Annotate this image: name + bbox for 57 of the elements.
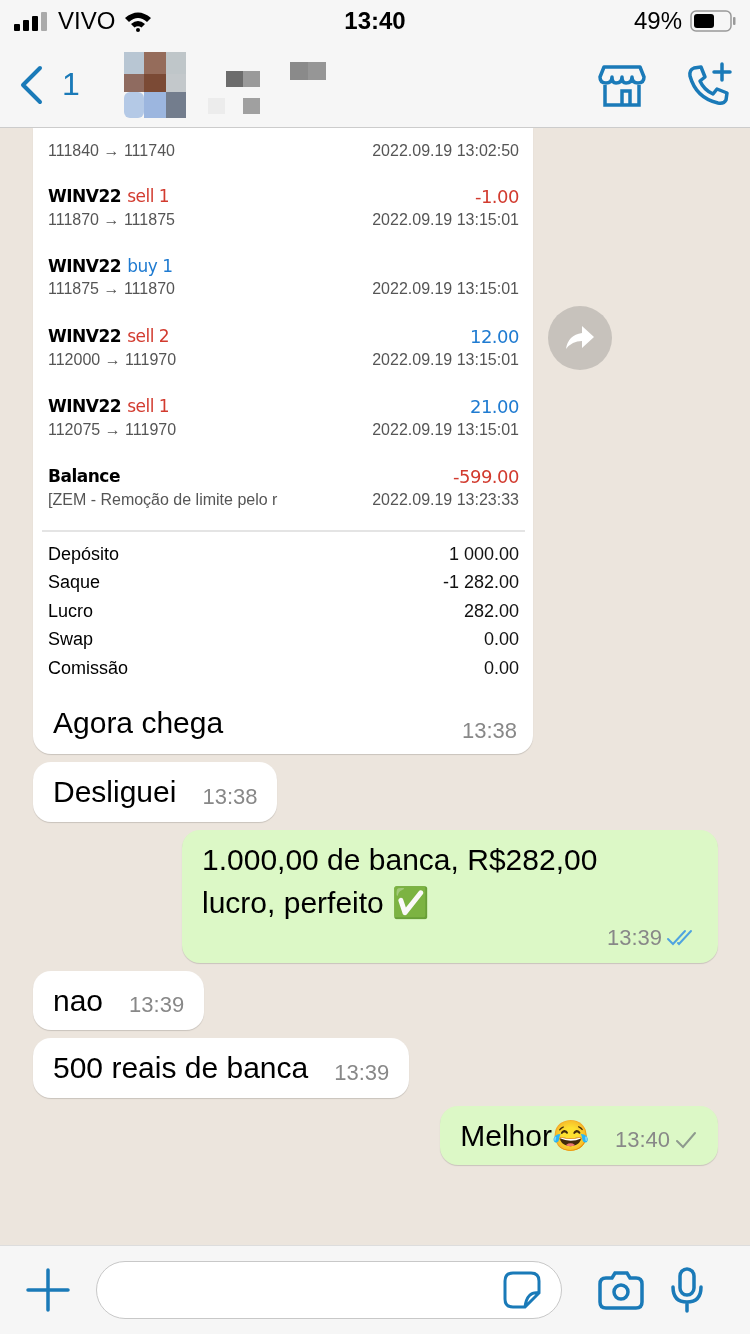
microphone-icon[interactable]	[670, 1267, 704, 1313]
summary-label: Depósito	[48, 543, 120, 565]
trade-prices: 111875 → 111870	[48, 280, 175, 298]
trade-title: Balance	[48, 465, 120, 487]
trade-prices: 111840 → 111740	[48, 142, 175, 160]
message-time: 13:40	[614, 1127, 670, 1153]
add-call-icon[interactable]	[686, 61, 732, 108]
summary-label: Saque	[48, 572, 101, 594]
message-time: 13:39	[334, 1059, 390, 1086]
message-time: 13:38	[202, 783, 258, 810]
trade-prices: [ZEM - Remoção de limite pelo r	[48, 490, 278, 509]
camera-icon[interactable]	[598, 1270, 644, 1310]
summary-value: 1 000.00	[448, 543, 519, 565]
battery-percent: 49%	[633, 7, 682, 35]
trade-time: 2022.09.19 13:15:01	[372, 350, 519, 369]
trade-profit: -599.00	[453, 465, 519, 487]
trade-prices: 112000 → 111970	[48, 350, 177, 369]
carrier-name: VIVO	[58, 7, 116, 35]
trade-time: 2022.09.19 13:23:33	[372, 490, 519, 509]
message-text: Desliguei	[53, 774, 177, 810]
message-time: 13:39	[129, 992, 185, 1018]
trade-time: 2022.09.19 13:15:01	[372, 210, 519, 229]
summary-label: Comissão	[48, 657, 129, 679]
message-text: nao	[53, 982, 104, 1019]
summary-value: 0.00	[483, 629, 519, 651]
summary-label: Lucro	[48, 600, 94, 622]
summary-value: 282.00	[463, 600, 519, 622]
trade-title: WINV22 sell 1	[48, 395, 170, 417]
battery-icon	[690, 10, 736, 32]
trade-prices: 112075 → 111970	[48, 420, 177, 439]
trade-prices: 111870 → 111875	[48, 210, 175, 229]
trade-time: 2022.09.19 13:02:50	[372, 142, 519, 160]
message-text: Agora chega	[53, 704, 224, 741]
trade-profit: 21.00	[469, 395, 519, 417]
message-time: 13:39	[606, 924, 662, 951]
summary-label: Swap	[48, 629, 94, 651]
message-text: Melhor😂	[460, 1117, 589, 1154]
chevron-left-icon	[18, 64, 44, 105]
trade-time: 2022.09.19 13:15:01	[372, 420, 519, 439]
wifi-icon	[123, 10, 154, 32]
message-text: 1.000,00 de banca, R$282,00 lucro, perfeito ✅	[202, 841, 599, 921]
clock-time: 13:40	[344, 7, 406, 35]
trade-title: WINV22 buy 1	[48, 256, 173, 276]
message-time: 13:38	[461, 718, 517, 744]
trade-profit: -1.00	[474, 185, 519, 207]
back-button[interactable]: 1	[18, 64, 80, 105]
trade-profit: 12.00	[469, 325, 519, 347]
summary-value: -1 282.00	[442, 572, 519, 594]
plus-icon[interactable]	[26, 1268, 70, 1312]
message-text: 500 reais de banca	[53, 1050, 309, 1086]
store-icon[interactable]	[598, 62, 646, 107]
trade-title: WINV22 sell 1	[48, 185, 170, 207]
trade-title: WINV22 sell 2	[48, 325, 170, 347]
trade-time: 2022.09.19 13:15:01	[372, 280, 519, 298]
signal-icon	[14, 11, 50, 31]
summary-value: 0.00	[483, 657, 519, 679]
sticker-icon[interactable]	[503, 1271, 541, 1309]
